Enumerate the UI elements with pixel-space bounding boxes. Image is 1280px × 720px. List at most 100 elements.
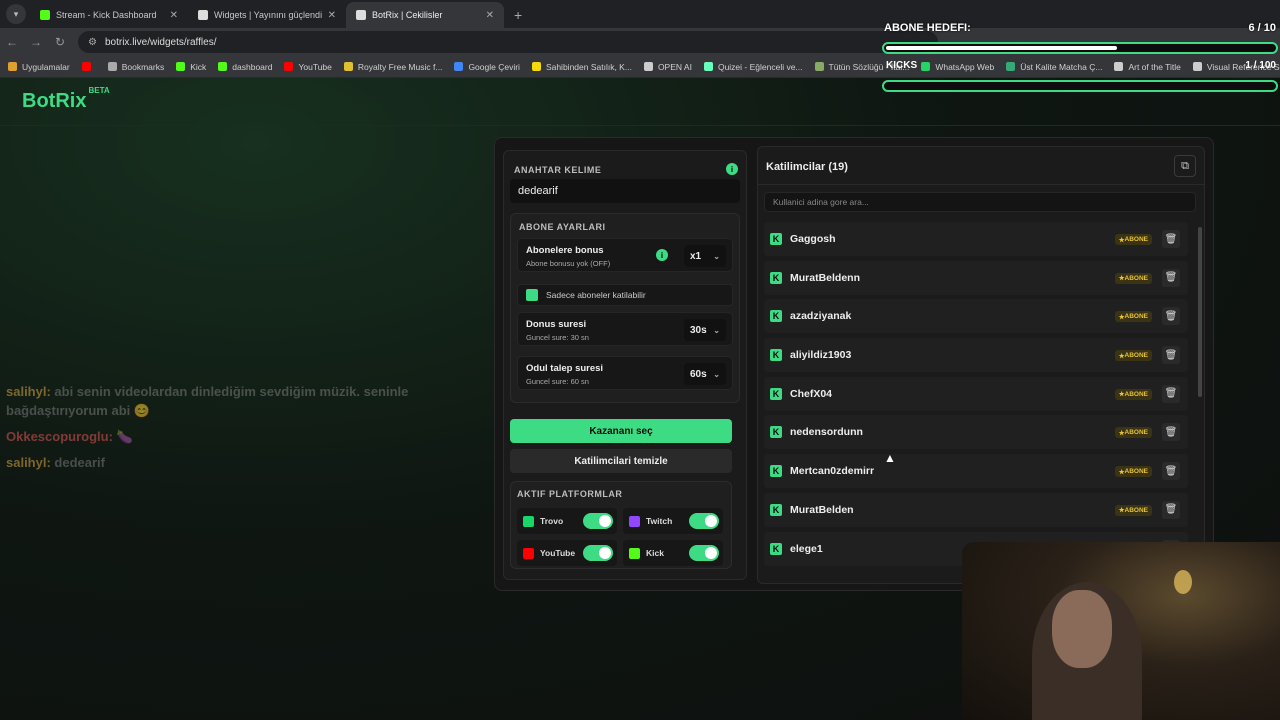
- back-icon[interactable]: ←: [0, 35, 24, 49]
- bookmark-item[interactable]: Royalty Free Music f...: [343, 62, 442, 72]
- platform-toggle[interactable]: [689, 513, 719, 529]
- tab-label: Stream - Kick Dashboard: [56, 10, 157, 20]
- trash-icon[interactable]: 🗑: [1162, 384, 1180, 403]
- trash-icon[interactable]: 🗑: [1162, 423, 1180, 442]
- platform-toggle[interactable]: [689, 545, 719, 561]
- kick-icon: K: [770, 349, 782, 362]
- bookmark-item[interactable]: Sahibinden Satılık, K...: [531, 62, 632, 72]
- bookmark-item[interactable]: Bookmarks: [107, 61, 165, 72]
- sub-badge: ★ ABONE: [1114, 311, 1152, 323]
- bookmark-item[interactable]: dashboard: [218, 62, 272, 72]
- participant-row: K Mertcan0zdemirr ★ ABONE 🗑: [764, 454, 1188, 489]
- trash-icon[interactable]: 🗑: [1162, 500, 1180, 519]
- duration-label: Donus suresi: [526, 319, 587, 330]
- bookmark-label: Bookmarks: [121, 61, 165, 72]
- chat-text: 🍆: [112, 429, 133, 444]
- pick-winner-button[interactable]: Kazananı seç: [510, 419, 732, 443]
- platforms-title: AKTIF PLATFORMLAR: [517, 489, 623, 499]
- botrix-logo[interactable]: BotRix BETA: [22, 86, 110, 113]
- goal-count: 6 / 10: [1248, 22, 1276, 34]
- trash-icon[interactable]: 🗑: [1162, 307, 1180, 326]
- platform-trovo: Trovo: [517, 508, 617, 534]
- sub-bonus-label: Abonelere bonus: [526, 245, 604, 256]
- participant-name: Mertcan0zdemirr: [790, 465, 875, 478]
- trash-icon[interactable]: 🗑: [1162, 346, 1180, 365]
- new-tab-button[interactable]: +: [514, 7, 522, 23]
- url-text: botrix.live/widgets/raffles/: [104, 36, 217, 48]
- participant-search-input[interactable]: Kullanici adina gore ara...: [764, 192, 1196, 212]
- chat-message: salihyl: abi senin videolardan dinlediği…: [6, 382, 436, 420]
- participant-list: K Gaggosh ★ ABONE 🗑 K MuratBeldenn ★ ABONE 🗑 Kaz…: [764, 222, 1188, 570]
- sub-goal-overlay: ABONE HEDEFI: 6 / 10 KICKS 1 / 100: [880, 18, 1280, 98]
- platform-label: YouTube: [540, 548, 576, 558]
- claim-dropdown[interactable]: 60s ⌄: [684, 363, 726, 385]
- subscriber-settings: ABONE AYARLARI Abonelere bonus Abone bon…: [510, 213, 740, 403]
- participant-name: azadziyanak: [790, 310, 852, 323]
- bookmark-favicon-icon: [8, 62, 17, 71]
- tab-search-button[interactable]: ▾: [6, 4, 26, 24]
- copy-icon[interactable]: ⧉: [1174, 155, 1196, 177]
- browser-tab[interactable]: Stream - Kick Dashboard ✕: [30, 2, 188, 28]
- participant-name: elege1: [790, 542, 823, 555]
- sub-bonus-info-icon[interactable]: i: [656, 249, 668, 261]
- keyword-input[interactable]: dedearif: [510, 179, 740, 203]
- bookmark-item[interactable]: YouTube: [284, 62, 332, 72]
- sub-badge: ★ ABONE: [1114, 388, 1152, 400]
- youtube-icon: [523, 547, 534, 559]
- subs-only-checkbox-row[interactable]: Sadece aboneler katilabilir: [517, 284, 733, 306]
- platform-toggle[interactable]: [583, 545, 613, 561]
- trash-icon[interactable]: 🗑: [1162, 230, 1180, 248]
- sub-badge: ★ ABONE: [1114, 466, 1152, 478]
- chat-username: Okkescopuroglu:: [6, 429, 113, 444]
- bookmark-item[interactable]: Kick: [176, 62, 206, 72]
- participant-name: MuratBelden: [790, 503, 854, 516]
- reload-icon[interactable]: ↻: [48, 35, 72, 49]
- sub-bonus-dropdown[interactable]: x1 ⌄: [684, 245, 726, 267]
- platform-toggle[interactable]: [583, 513, 613, 529]
- subs-only-checkbox[interactable]: [526, 289, 538, 301]
- sub-settings-title: ABONE AYARLARI: [519, 222, 606, 232]
- lamp-shape: [1174, 570, 1192, 594]
- bookmark-favicon-icon: [176, 62, 186, 71]
- bookmark-favicon-icon: [531, 62, 541, 71]
- participant-row: K MuratBelden ★ ABONE 🗑: [764, 492, 1188, 527]
- bookmark-item[interactable]: Google Çeviri: [454, 62, 520, 72]
- chat-overlay: salihyl: abi senin videolardan dinlediği…: [6, 382, 436, 479]
- trash-icon[interactable]: 🗑: [1162, 268, 1180, 287]
- url-input[interactable]: ⚙ botrix.live/widgets/raffles/: [78, 31, 938, 53]
- chat-message: salihyl: dedearif: [6, 453, 436, 472]
- tab-label: Widgets | Yayınını güçlendirmek: [214, 10, 322, 20]
- chat-text: abi senin videolardan dinlediğim sevdiği…: [6, 384, 409, 418]
- close-icon[interactable]: ✕: [328, 10, 336, 21]
- participant-row: Kaliyildiz1903 ★ ABONE 🗑: [764, 338, 1188, 373]
- bookmark-favicon-icon: [703, 62, 713, 71]
- goal-progress-fill: [886, 46, 1118, 50]
- sub-badge: ★ ABONE: [1114, 504, 1152, 516]
- duration-setting: Donus suresi Guncel sure: 30 sn 30s ⌄: [517, 312, 733, 346]
- platform-label: Kick: [646, 548, 664, 558]
- kick-icon: K: [770, 271, 782, 284]
- bookmark-favicon-icon: [643, 62, 653, 71]
- kick-icon: K: [770, 426, 782, 439]
- browser-tab[interactable]: Widgets | Yayınını güçlendirmek ✕: [188, 2, 346, 28]
- bookmark-item[interactable]: [81, 62, 96, 71]
- bookmark-item[interactable]: OPEN AI: [643, 62, 692, 72]
- site-info-icon[interactable]: ⚙: [88, 37, 97, 48]
- info-icon[interactable]: i: [726, 163, 738, 175]
- bookmark-item[interactable]: Uygulamalar: [8, 62, 70, 72]
- close-icon[interactable]: ✕: [486, 10, 494, 21]
- kick-icon: K: [770, 542, 782, 555]
- sub-badge: ★ ABONE: [1114, 350, 1152, 362]
- browser-tab[interactable]: BotRix | Cekilisler ✕: [346, 2, 504, 28]
- close-icon[interactable]: ✕: [170, 10, 178, 21]
- sub-badge: ★ ABONE: [1114, 272, 1152, 284]
- participant-name: ChefX04: [790, 387, 833, 400]
- trash-icon[interactable]: 🗑: [1162, 462, 1180, 481]
- forward-icon[interactable]: →: [24, 35, 48, 49]
- participant-scrollbar[interactable]: [1198, 227, 1202, 397]
- clear-participants-button[interactable]: Katilimcilari temizle: [510, 449, 732, 473]
- bookmark-item[interactable]: Quizei - Eğlenceli ve...: [703, 62, 803, 72]
- claim-sub: Guncel sure: 60 sn: [526, 377, 589, 386]
- keyword-title: ANAHTAR KELIME: [514, 165, 602, 175]
- duration-dropdown[interactable]: 30s ⌄: [684, 319, 726, 341]
